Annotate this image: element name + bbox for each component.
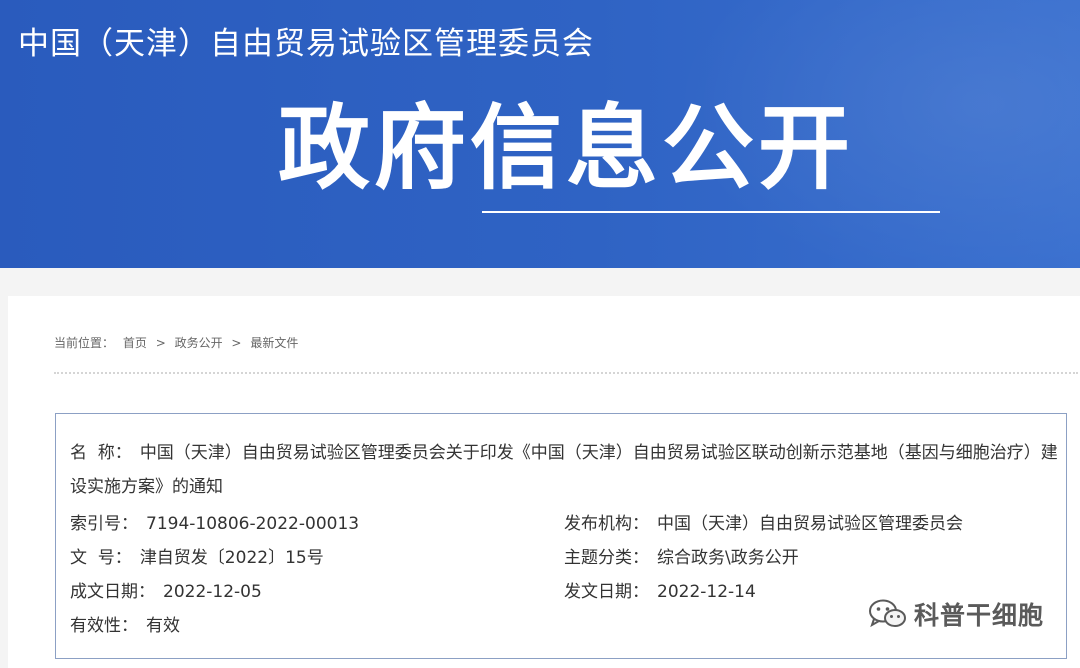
issued-date-label: 发文日期： bbox=[564, 582, 649, 602]
watermark: 科普干细胞 bbox=[868, 596, 1044, 636]
publisher-row: 发布机构： 中国（天津）自由贸易试验区管理委员会 bbox=[564, 509, 963, 534]
index-label: 索引号： bbox=[70, 514, 138, 534]
category-value: 综合政务\政务公开 bbox=[657, 548, 799, 568]
breadcrumb-home[interactable]: 首页 bbox=[123, 336, 147, 350]
publisher-value: 中国（天津）自由贸易试验区管理委员会 bbox=[657, 514, 963, 534]
divider bbox=[54, 372, 1078, 374]
breadcrumb: 当前位置： 首页 > 政务公开 > 最新文件 bbox=[54, 334, 303, 351]
publisher-label: 发布机构： bbox=[564, 514, 649, 534]
page-heading: 政府信息公开 bbox=[278, 95, 855, 202]
document-name: 中国（天津）自由贸易试验区管理委员会关于印发《中国（天津）自由贸易试验区联动创新… bbox=[70, 443, 1058, 497]
category-label: 主题分类： bbox=[564, 548, 649, 568]
created-date-label: 成文日期： bbox=[70, 582, 155, 602]
category-row: 主题分类： 综合政务\政务公开 bbox=[564, 543, 799, 568]
issued-date-row: 发文日期： 2022-12-14 bbox=[564, 577, 756, 602]
watermark-text: 科普干细胞 bbox=[914, 601, 1045, 630]
breadcrumb-gov-affairs[interactable]: 政务公开 bbox=[175, 336, 223, 350]
site-title[interactable]: 中国（天津）自由贸易试验区管理委员会 bbox=[18, 18, 594, 63]
wechat-icon bbox=[868, 598, 908, 636]
name-label: 名 称： bbox=[70, 443, 132, 463]
validity-label: 有效性： bbox=[70, 616, 138, 636]
breadcrumb-latest-files[interactable]: 最新文件 bbox=[250, 336, 298, 350]
header-banner: 中国（天津）自由贸易试验区管理委员会 政府信息公开 bbox=[0, 0, 1080, 268]
index-value: 7194-10806-2022-00013 bbox=[146, 514, 360, 534]
content-panel: 当前位置： 首页 > 政务公开 > 最新文件 名 称： 中国（天津）自由贸易试验区… bbox=[8, 296, 1080, 668]
breadcrumb-separator: > bbox=[231, 336, 242, 350]
breadcrumb-prefix: 当前位置： bbox=[54, 336, 115, 350]
index-row: 索引号： 7194-10806-2022-00013 bbox=[70, 509, 359, 534]
doc-number-label: 文 号： bbox=[70, 548, 132, 568]
validity-row: 有效性： 有效 bbox=[70, 611, 180, 636]
issued-date-value: 2022-12-14 bbox=[657, 582, 756, 602]
validity-value: 有效 bbox=[146, 616, 180, 636]
created-date-value: 2022-12-05 bbox=[163, 582, 262, 602]
breadcrumb-separator: > bbox=[155, 336, 166, 350]
doc-number-row: 文 号： 津自贸发〔2022〕15号 bbox=[70, 543, 324, 568]
created-date-row: 成文日期： 2022-12-05 bbox=[70, 577, 262, 602]
heading-underline bbox=[482, 211, 940, 213]
document-name-row: 名 称： 中国（天津）自由贸易试验区管理委员会关于印发《中国（天津）自由贸易试验区… bbox=[70, 436, 1060, 504]
doc-number-value: 津自贸发〔2022〕15号 bbox=[139, 548, 324, 568]
